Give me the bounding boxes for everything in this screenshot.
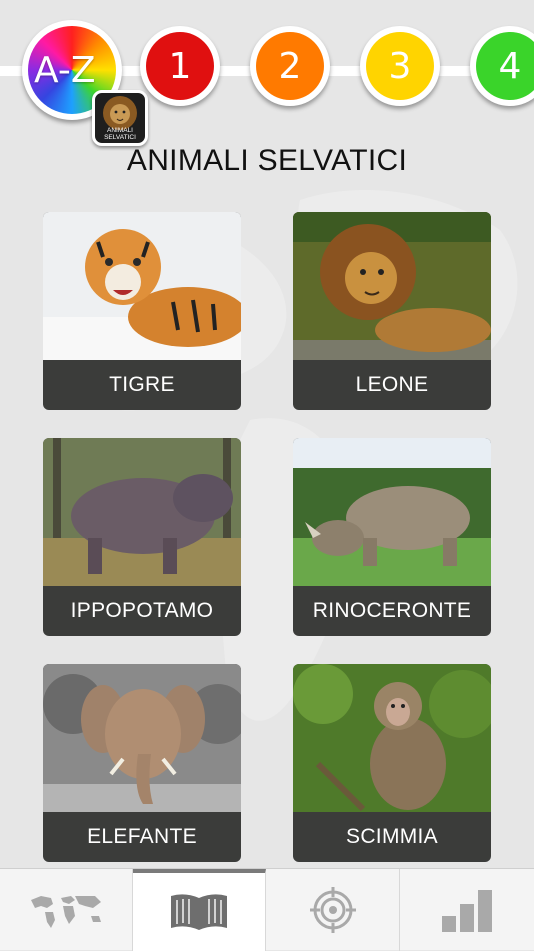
tab-target[interactable] xyxy=(267,869,400,951)
tab-world-map[interactable] xyxy=(0,869,133,951)
level-az-button[interactable]: A-Z ANIMALI SELVATICI xyxy=(22,20,148,146)
level-3-button[interactable]: 3 xyxy=(360,26,440,106)
animal-card-ippopotamo[interactable]: IPPOPOTAMO xyxy=(43,438,241,636)
animal-card-leone[interactable]: LEONE xyxy=(293,212,491,410)
tab-book[interactable] xyxy=(133,869,266,951)
bar-chart-icon xyxy=(441,890,492,932)
rhino-photo xyxy=(293,438,491,586)
level-2-circle: 2 xyxy=(256,32,324,100)
monkey-photo xyxy=(293,664,491,812)
animal-card-scimmia[interactable]: SCIMMIA xyxy=(293,664,491,862)
tiger-photo xyxy=(43,212,241,360)
animal-label: SCIMMIA xyxy=(346,825,438,848)
animal-label: LEONE xyxy=(355,373,429,396)
hippo-photo xyxy=(43,438,241,586)
badge-caption: ANIMALI SELVATICI xyxy=(104,127,136,141)
level-2-label: 2 xyxy=(278,45,302,87)
level-2-button[interactable]: 2 xyxy=(250,26,330,106)
level-1-label: 1 xyxy=(168,45,192,87)
world-map-icon xyxy=(31,896,101,928)
lion-photo xyxy=(293,212,491,360)
level-1-button[interactable]: 1 xyxy=(140,26,220,106)
animal-label: ELEFANTE xyxy=(87,825,197,848)
level-az-label: A-Z xyxy=(34,49,96,91)
page-title: ANIMALI SELVATICI xyxy=(126,144,408,177)
animal-card-tigre[interactable]: TIGRE xyxy=(43,212,241,410)
animal-label: RINOCERONTE xyxy=(312,599,472,622)
bottom-tab-bar xyxy=(0,868,534,951)
level-4-label: 4 xyxy=(498,45,522,87)
animal-card-elefante[interactable]: ELEFANTE xyxy=(43,664,241,862)
level-3-label: 3 xyxy=(388,45,412,87)
level-3-circle: 3 xyxy=(366,32,434,100)
level-4-circle: 4 xyxy=(476,32,534,100)
animal-label: IPPOPOTAMO xyxy=(70,599,214,622)
animal-card-rinoceronte[interactable]: RINOCERONTE xyxy=(293,438,491,636)
animal-label: TIGRE xyxy=(109,373,175,396)
lion-badge-icon: ANIMALI SELVATICI xyxy=(92,90,148,146)
open-book-icon xyxy=(171,894,227,930)
target-icon xyxy=(310,887,356,933)
tab-stats[interactable] xyxy=(401,869,534,951)
elephant-photo xyxy=(43,664,241,812)
level-1-circle: 1 xyxy=(146,32,214,100)
